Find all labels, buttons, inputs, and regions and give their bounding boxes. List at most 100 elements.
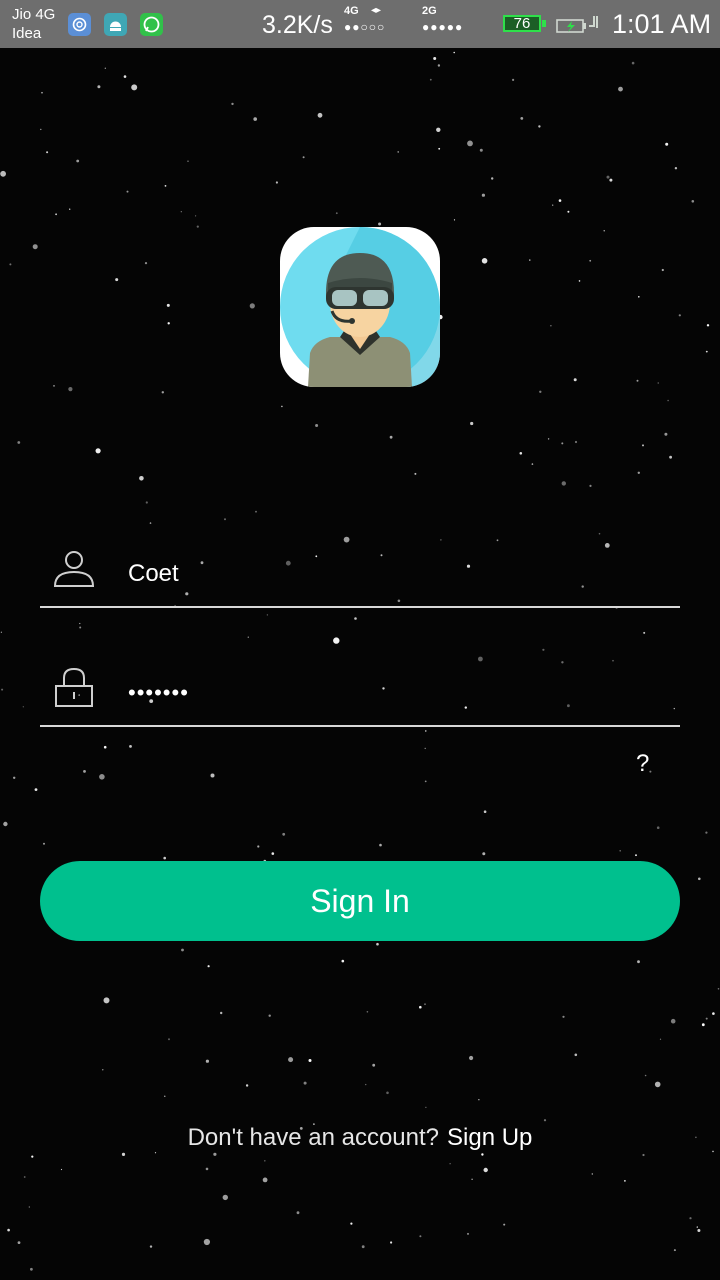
star <box>706 324 710 327</box>
star <box>350 1222 353 1225</box>
star <box>449 1163 451 1165</box>
star <box>558 199 562 202</box>
star <box>539 390 542 393</box>
star <box>30 1267 33 1271</box>
star <box>574 1053 578 1057</box>
star <box>149 522 152 524</box>
star <box>196 225 199 228</box>
star <box>99 774 105 780</box>
sim1-network-type: 4G <box>344 5 359 17</box>
star <box>670 1018 676 1024</box>
star <box>538 125 541 128</box>
star <box>335 212 338 215</box>
star <box>34 788 38 791</box>
star <box>139 476 144 481</box>
star <box>638 296 640 298</box>
star <box>0 631 2 633</box>
sign-in-button[interactable]: Sign In <box>40 861 680 941</box>
star <box>397 151 400 153</box>
star <box>531 463 534 465</box>
star <box>129 745 132 748</box>
star <box>79 622 81 625</box>
sim2-signal-dots: ●●●●● <box>422 20 464 34</box>
star <box>32 244 38 250</box>
star <box>288 1057 294 1063</box>
star <box>701 1023 705 1027</box>
star <box>483 1167 488 1173</box>
star <box>23 1176 26 1178</box>
star <box>467 140 473 147</box>
star <box>624 1180 626 1182</box>
star <box>424 780 427 783</box>
star <box>656 826 660 829</box>
username-field[interactable] <box>40 546 680 608</box>
star <box>673 1249 676 1252</box>
star <box>168 1038 170 1041</box>
star <box>661 268 664 272</box>
star <box>255 510 257 513</box>
star <box>419 1235 422 1238</box>
star <box>552 204 554 206</box>
star <box>1 688 4 691</box>
star <box>491 177 494 180</box>
password-field[interactable]: ••••••• <box>40 665 680 727</box>
star <box>296 1211 300 1215</box>
star <box>705 831 708 834</box>
star <box>372 1063 376 1067</box>
star <box>669 455 672 459</box>
username-input[interactable] <box>128 556 668 592</box>
star <box>83 770 86 773</box>
star <box>271 852 275 855</box>
star <box>0 170 6 177</box>
star <box>121 1152 126 1156</box>
star <box>712 1012 715 1015</box>
star <box>618 86 623 92</box>
star <box>481 1153 484 1156</box>
carrier-names: Jio 4G Idea <box>12 5 55 43</box>
star <box>643 631 646 634</box>
star <box>547 438 550 440</box>
star <box>315 424 319 427</box>
star <box>636 379 639 382</box>
sim1-signal: 4G ◂▸ ●●○○○ <box>344 5 414 43</box>
star <box>389 435 393 439</box>
star <box>479 148 483 152</box>
star <box>657 382 659 384</box>
star <box>207 965 210 968</box>
star <box>433 57 437 60</box>
star <box>361 1245 365 1249</box>
star <box>424 747 426 750</box>
star <box>69 208 71 210</box>
sign-up-link[interactable]: Sign Up <box>447 1124 532 1151</box>
star <box>210 773 215 778</box>
star <box>705 350 708 353</box>
star <box>154 1152 157 1154</box>
star <box>53 385 55 387</box>
app-logo-avatar <box>280 227 440 387</box>
star <box>376 942 379 946</box>
star <box>104 67 106 69</box>
star <box>419 1005 422 1009</box>
star <box>453 51 456 54</box>
star <box>341 959 345 963</box>
star <box>161 391 164 394</box>
network-speed: 3.2K/s <box>262 11 333 39</box>
star <box>674 167 678 170</box>
star <box>41 91 43 94</box>
sync-app-icon <box>68 13 91 36</box>
star <box>303 1081 307 1085</box>
password-input[interactable]: ••••••• <box>128 675 189 711</box>
star <box>717 988 720 990</box>
forgot-password-link[interactable]: ? <box>636 750 649 778</box>
star <box>637 960 640 964</box>
star <box>378 222 382 226</box>
star <box>149 1245 153 1248</box>
star <box>519 452 523 455</box>
star <box>245 1084 249 1087</box>
star <box>664 432 668 436</box>
star <box>425 730 427 732</box>
star <box>17 1241 21 1244</box>
signup-prompt-text: Don't have an account? <box>187 1124 440 1151</box>
star <box>496 539 499 542</box>
star <box>429 78 432 81</box>
